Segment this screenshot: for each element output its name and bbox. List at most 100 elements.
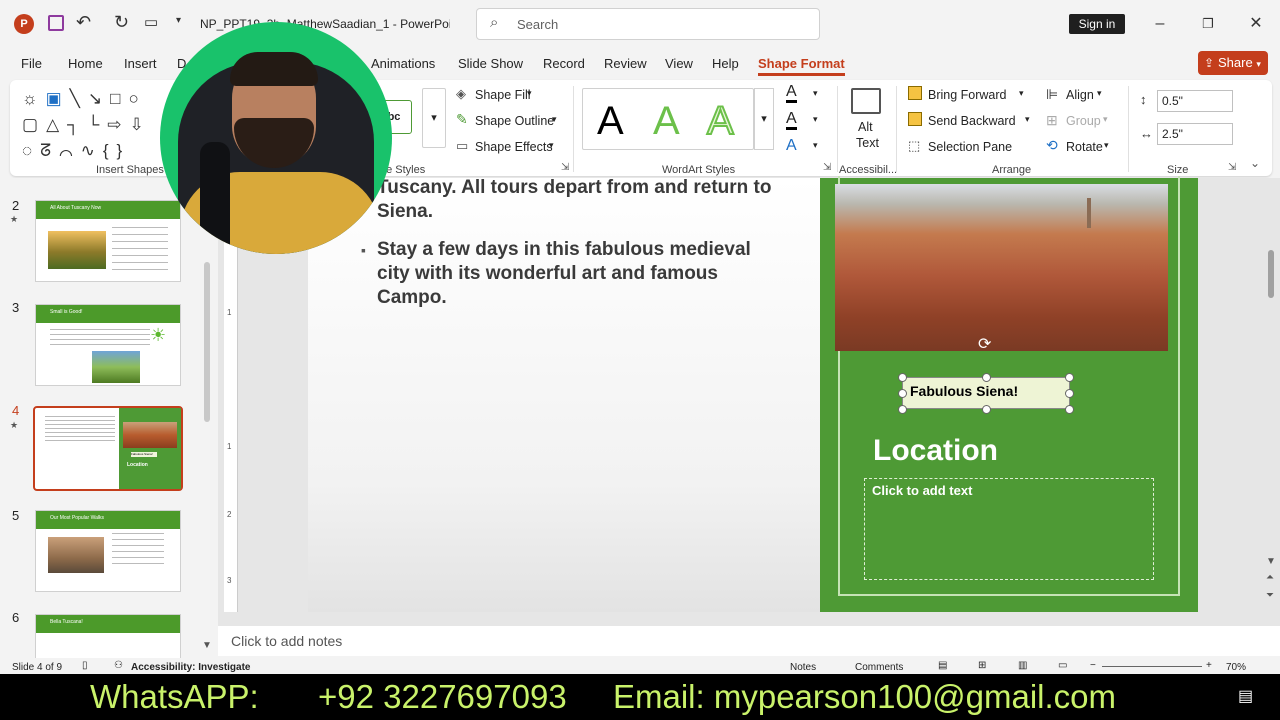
share-button[interactable]: ⇪ Share ▾: [1198, 51, 1268, 75]
text-outline-icon[interactable]: A: [786, 111, 797, 130]
left-brace-shape-icon[interactable]: {: [103, 141, 117, 160]
search-box[interactable]: ⌕ Search: [476, 8, 820, 40]
resize-handle[interactable]: [1065, 373, 1074, 382]
wordart-more-button[interactable]: ▾: [754, 88, 774, 150]
textbox-shape-icon[interactable]: ▣: [46, 89, 70, 108]
rotate-button[interactable]: Rotate: [1066, 140, 1103, 154]
freeform-shape-icon[interactable]: ◌: [22, 141, 40, 160]
shape-effects-chevron-icon[interactable]: ▾: [549, 140, 554, 151]
right-arrow-shape-icon[interactable]: ⇨: [107, 115, 129, 134]
shape-styles-launcher-icon[interactable]: ⇲: [561, 162, 569, 173]
tab-animations[interactable]: Animations: [371, 56, 435, 71]
green-side-panel[interactable]: ⟳ Fabulous Siena! Location Click to add …: [820, 176, 1198, 612]
resize-handle[interactable]: [898, 405, 907, 414]
customize-qat-icon[interactable]: ▾: [176, 15, 181, 26]
zoom-out-icon[interactable]: −: [1090, 660, 1096, 671]
selection-pane-button[interactable]: Selection Pane: [928, 140, 1012, 154]
notification-icon[interactable]: ▤: [1238, 674, 1253, 720]
zoom-level[interactable]: 70%: [1226, 662, 1246, 673]
right-brace-shape-icon[interactable]: }: [117, 141, 131, 160]
down-arrow-shape-icon[interactable]: ⇩: [129, 115, 151, 134]
group-chevron-icon[interactable]: ▾: [1103, 114, 1108, 125]
resize-handle[interactable]: [898, 389, 907, 398]
tab-record[interactable]: Record: [543, 56, 585, 71]
oval-shape-icon[interactable]: ○: [128, 89, 146, 108]
comments-toggle[interactable]: Comments: [855, 662, 903, 673]
sun-shape-icon[interactable]: ☼: [22, 89, 46, 108]
shape-styles-more-button[interactable]: ▾: [422, 88, 446, 148]
thumbnail-scrollbar[interactable]: [204, 262, 210, 422]
placeholder-text[interactable]: Click to add text: [872, 483, 972, 498]
bring-forward-button[interactable]: Bring Forward: [928, 88, 1007, 102]
bullet-text-1[interactable]: Tuscany. All tours depart from and retur…: [377, 176, 777, 224]
shape-fill-button[interactable]: Shape Fill: [475, 88, 531, 102]
minimize-icon[interactable]: –: [1148, 12, 1172, 36]
undo-icon[interactable]: ↶: [76, 12, 91, 33]
wordart-style-outline[interactable]: A: [706, 98, 735, 144]
tab-file[interactable]: File: [21, 56, 42, 71]
line-shape-icon[interactable]: ╲: [70, 89, 88, 108]
redo-icon[interactable]: ↻: [114, 12, 129, 33]
resize-handle[interactable]: [1065, 405, 1074, 414]
sign-in-button[interactable]: Sign in: [1069, 14, 1125, 34]
resize-handle[interactable]: [898, 373, 907, 382]
shape-height-input[interactable]: 0.5": [1157, 90, 1233, 112]
notes-pane[interactable]: Click to add notes: [218, 626, 1280, 656]
alt-text-label-2[interactable]: Text: [856, 136, 879, 150]
shapes-gallery[interactable]: ☼▣╲↘□○ ▢△┐└⇨⇩ ◌ᘔ⌒∿{}: [22, 86, 172, 160]
tab-slide-show[interactable]: Slide Show: [458, 56, 523, 71]
alt-text-label-1[interactable]: Alt: [858, 120, 873, 134]
scribble-shape-icon[interactable]: ᘔ: [40, 141, 59, 160]
collapse-ribbon-icon[interactable]: ⌄: [1250, 156, 1260, 170]
align-button[interactable]: Align: [1066, 88, 1094, 102]
size-launcher-icon[interactable]: ⇲: [1228, 162, 1236, 173]
triangle-shape-icon[interactable]: △: [46, 115, 67, 134]
resize-handle[interactable]: [982, 373, 991, 382]
slide-thumbnail-2[interactable]: All About Tuscany Now: [35, 200, 181, 282]
alt-text-icon[interactable]: [851, 88, 881, 114]
text-fill-chevron-icon[interactable]: ▾: [813, 88, 818, 99]
notes-placeholder[interactable]: Click to add notes: [231, 633, 342, 649]
slide-thumbnail-3[interactable]: Small is Good! ☀: [35, 304, 181, 386]
text-effects-chevron-icon[interactable]: ▾: [813, 140, 818, 151]
shape-fill-chevron-icon[interactable]: ▾: [527, 88, 532, 99]
tab-insert[interactable]: Insert: [124, 56, 157, 71]
caption-text[interactable]: Fabulous Siena!: [910, 383, 1018, 399]
wordart-launcher-icon[interactable]: ⇲: [823, 162, 831, 173]
slide-thumbnail-5[interactable]: Our Most Popular Walks: [35, 510, 181, 592]
notes-toggle[interactable]: Notes: [790, 662, 816, 673]
zoom-in-icon[interactable]: +: [1206, 660, 1212, 671]
resize-handle[interactable]: [982, 405, 991, 414]
slide-thumbnail-4-selected[interactable]: Fabulous Siena! Location: [33, 406, 183, 491]
rectangle-shape-icon[interactable]: □: [110, 89, 128, 108]
next-slide-icon[interactable]: ⏷: [1266, 590, 1274, 601]
send-backward-chevron-icon[interactable]: ▾: [1025, 114, 1030, 125]
tab-home[interactable]: Home: [68, 56, 103, 71]
close-icon[interactable]: ✕: [1244, 12, 1268, 36]
save-icon[interactable]: [48, 15, 64, 31]
siena-aerial-photo[interactable]: ⟳: [835, 184, 1168, 354]
send-backward-button[interactable]: Send Backward: [928, 114, 1016, 128]
slide-thumbnail-6[interactable]: Bella Tuscana!: [35, 614, 181, 658]
tab-view[interactable]: View: [665, 56, 693, 71]
wordart-gallery[interactable]: A A A: [582, 88, 754, 150]
location-heading[interactable]: Location: [873, 434, 998, 468]
arc-shape-icon[interactable]: ⌒: [59, 141, 80, 160]
rotate-chevron-icon[interactable]: ▾: [1104, 140, 1109, 151]
shape-width-input[interactable]: 2.5": [1157, 123, 1233, 145]
text-effects-icon[interactable]: A: [786, 137, 797, 155]
slide-sorter-icon[interactable]: ⊞: [978, 660, 986, 671]
bring-forward-chevron-icon[interactable]: ▾: [1019, 88, 1024, 99]
tab-review[interactable]: Review: [604, 56, 647, 71]
bullet-text-2[interactable]: Stay a few days in this fabulous medieva…: [377, 238, 777, 310]
accessibility-status[interactable]: Accessibility: Investigate: [131, 662, 251, 673]
tab-shape-format[interactable]: Shape Format: [758, 56, 845, 76]
scroll-down-icon[interactable]: ▼: [202, 640, 212, 651]
rounded-rect-shape-icon[interactable]: ▢: [22, 115, 46, 134]
rotate-handle-icon[interactable]: ⟳: [978, 334, 991, 354]
previous-slide-icon[interactable]: ⏶: [1266, 572, 1274, 583]
curve-shape-icon[interactable]: ∿: [81, 141, 103, 160]
slide-scrollbar[interactable]: [1268, 250, 1274, 298]
restore-icon[interactable]: ❐: [1196, 12, 1220, 36]
align-chevron-icon[interactable]: ▾: [1097, 88, 1102, 99]
